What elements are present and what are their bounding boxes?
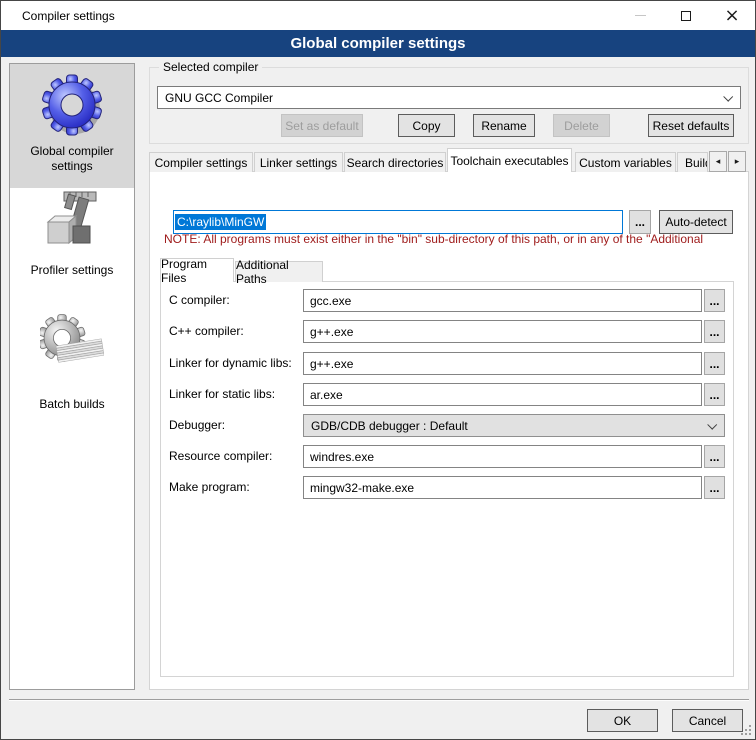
subtab-program-files[interactable]: Program Files: [160, 258, 234, 282]
make-program-input[interactable]: mingw32-make.exe: [303, 476, 702, 499]
installation-directory-input[interactable]: C:\raylib\MinGW: [173, 210, 623, 234]
compiler-select[interactable]: GNU GCC Compiler: [157, 86, 741, 109]
linker-static-browse-button[interactable]: ...: [704, 383, 725, 406]
cpp-compiler-browse-button[interactable]: ...: [704, 320, 725, 343]
page-title: Global compiler settings: [290, 35, 465, 52]
close-icon: ×: [724, 7, 739, 25]
selected-path-text: C:\raylib\MinGW: [175, 214, 266, 230]
sidebar-item-label: Batch builds: [31, 397, 112, 412]
tab-scroll-right-button[interactable]: ▸: [728, 151, 746, 172]
reset-defaults-button[interactable]: Reset defaults: [648, 114, 734, 137]
chevron-down-icon: [723, 92, 733, 102]
sidebar-item-label: Profiler settings: [23, 263, 122, 278]
settings-category-list: Global compiler settings: [9, 63, 135, 690]
dialog-header: Global compiler settings: [1, 30, 755, 57]
blue-gear-icon: [40, 64, 104, 140]
set-as-default-button: Set as default: [281, 114, 363, 137]
cpp-compiler-label: C++ compiler:: [169, 324, 244, 338]
close-button[interactable]: ×: [709, 1, 755, 30]
batch-gear-stack-icon: [40, 310, 104, 381]
subtab-additional-paths[interactable]: Additional Paths: [235, 261, 323, 282]
linker-static-value: ar.exe: [310, 388, 343, 402]
linker-static-input[interactable]: ar.exe: [303, 383, 702, 406]
linker-dynamic-label: Linker for dynamic libs:: [169, 356, 292, 370]
ok-button[interactable]: OK: [587, 709, 658, 732]
make-program-value: mingw32-make.exe: [310, 481, 414, 495]
sidebar-item-label: Global compiler settings: [10, 144, 134, 174]
footer-divider: [9, 699, 749, 701]
linker-dynamic-value: g++.exe: [310, 357, 353, 371]
resource-compiler-value: windres.exe: [310, 450, 374, 464]
c-compiler-browse-button[interactable]: ...: [704, 289, 725, 312]
tab-linker-settings[interactable]: Linker settings: [254, 152, 343, 172]
sidebar-item-profiler-settings[interactable]: Profiler settings: [10, 190, 134, 300]
profiler-caliper-icon: [40, 190, 104, 257]
c-compiler-input[interactable]: gcc.exe: [303, 289, 702, 312]
linker-dynamic-input[interactable]: g++.exe: [303, 352, 702, 375]
sidebar-item-global-compiler-settings[interactable]: Global compiler settings: [10, 64, 134, 188]
debugger-select[interactable]: GDB/CDB debugger : Default: [303, 414, 725, 437]
c-compiler-label: C compiler:: [169, 293, 230, 307]
copy-button[interactable]: Copy: [398, 114, 455, 137]
resource-compiler-label: Resource compiler:: [169, 449, 272, 463]
resource-compiler-browse-button[interactable]: ...: [704, 445, 725, 468]
cpp-compiler-input[interactable]: g++.exe: [303, 320, 702, 343]
tab-scroll-left-button[interactable]: ◂: [709, 151, 727, 172]
titlebar[interactable]: Compiler settings ×: [1, 1, 755, 30]
window-title: Compiler settings: [22, 9, 115, 23]
make-program-browse-button[interactable]: ...: [704, 476, 725, 499]
resize-grip[interactable]: [740, 724, 753, 737]
debugger-value: GDB/CDB debugger : Default: [311, 419, 468, 433]
rename-button[interactable]: Rename: [473, 114, 535, 137]
cpp-compiler-value: g++.exe: [310, 325, 353, 339]
resource-compiler-input[interactable]: windres.exe: [303, 445, 702, 468]
debugger-label: Debugger:: [169, 418, 225, 432]
delete-button: Delete: [553, 114, 610, 137]
maximize-icon: [681, 11, 691, 21]
make-program-label: Make program:: [169, 480, 250, 494]
tab-search-directories[interactable]: Search directories: [344, 152, 446, 172]
linker-dynamic-browse-button[interactable]: ...: [704, 352, 725, 375]
chevron-down-icon: [707, 420, 717, 430]
note-text: NOTE: All programs must exist either in …: [164, 232, 736, 246]
c-compiler-value: gcc.exe: [310, 294, 351, 308]
group-label: Selected compiler: [159, 60, 262, 74]
auto-detect-button[interactable]: Auto-detect: [659, 210, 733, 234]
browse-directory-button[interactable]: ...: [629, 210, 651, 234]
maximize-button[interactable]: [663, 1, 709, 30]
cancel-button[interactable]: Cancel: [672, 709, 743, 732]
tab-build-options[interactable]: Build: [677, 152, 708, 172]
minimize-button: [617, 1, 663, 30]
tab-compiler-settings[interactable]: Compiler settings: [149, 152, 253, 172]
minimize-icon: [635, 15, 646, 16]
linker-static-label: Linker for static libs:: [169, 387, 275, 401]
tab-toolchain-executables[interactable]: Toolchain executables: [447, 148, 572, 172]
compiler-settings-dialog: Compiler settings × Global compiler sett…: [0, 0, 756, 740]
compiler-select-value: GNU GCC Compiler: [165, 91, 273, 105]
sidebar-item-batch-builds[interactable]: Batch builds: [10, 310, 134, 420]
tab-custom-variables[interactable]: Custom variables: [575, 152, 676, 172]
arrow-right-icon: ▸: [735, 157, 740, 167]
arrow-left-icon: ◂: [716, 157, 721, 167]
